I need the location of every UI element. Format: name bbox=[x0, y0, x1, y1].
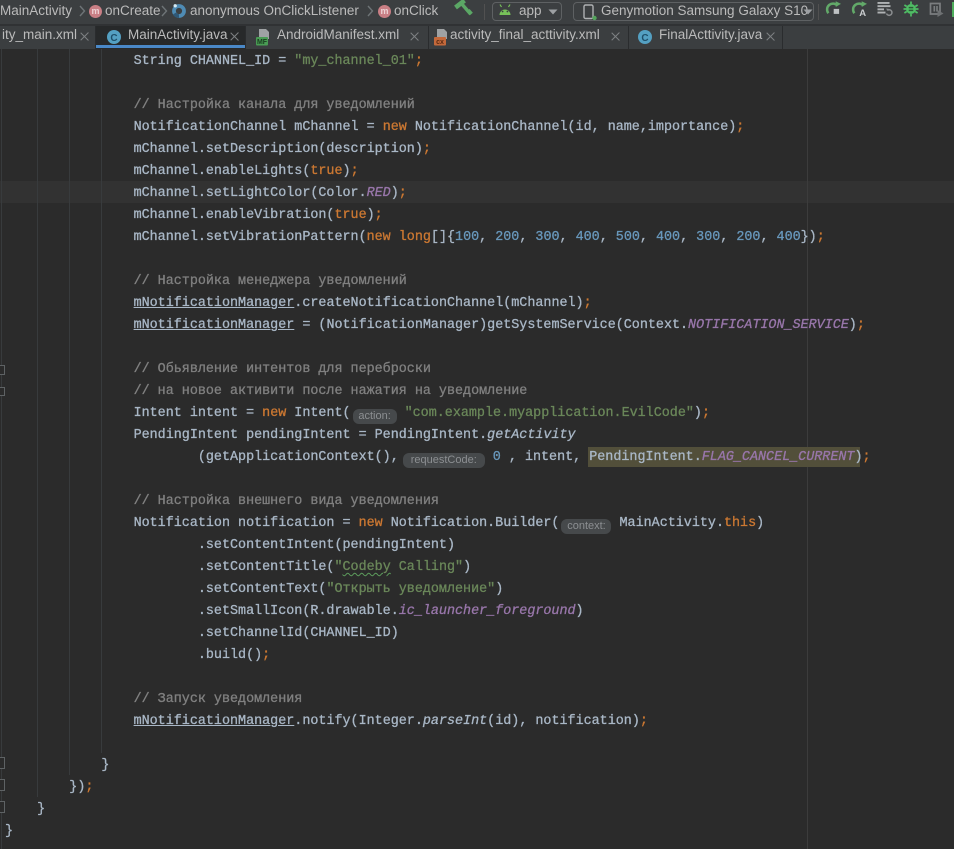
svg-text:C: C bbox=[110, 33, 117, 44]
svg-text:cx: cx bbox=[436, 39, 444, 46]
svg-text:C: C bbox=[641, 33, 648, 44]
svg-text:A: A bbox=[859, 8, 866, 18]
svg-text:MF: MF bbox=[257, 39, 268, 46]
